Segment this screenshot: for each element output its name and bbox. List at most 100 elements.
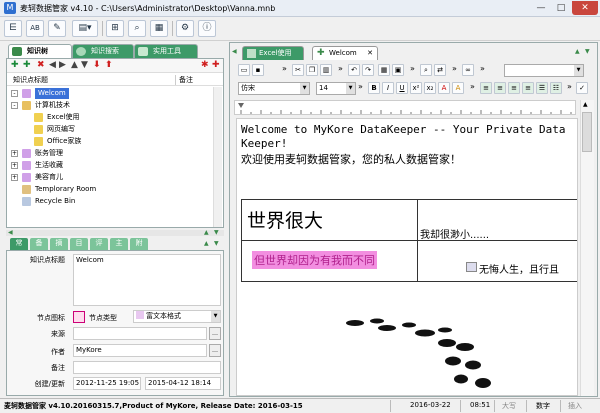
tab-excel[interactable]: Excel使用 xyxy=(242,46,304,60)
more-icon[interactable]: » xyxy=(410,64,415,73)
close-tree-icon[interactable]: ✚ xyxy=(212,60,220,71)
search-icon[interactable]: ⌕ xyxy=(128,20,146,37)
save-icon[interactable]: ▪ xyxy=(252,64,264,76)
author-field[interactable]: MyKore xyxy=(73,344,207,357)
more-icon[interactable]: » xyxy=(480,64,485,73)
superscript-icon[interactable]: x² xyxy=(410,82,422,94)
more-icon[interactable]: » xyxy=(338,64,343,73)
numbered-list-icon[interactable]: ☷ xyxy=(550,82,562,94)
undo-icon[interactable]: ↶ xyxy=(348,64,360,76)
tools-icon[interactable]: ⚙ xyxy=(176,20,194,37)
expand-icon[interactable]: + xyxy=(11,174,18,181)
tab-knowledge-search[interactable]: 知识搜索 xyxy=(72,44,134,58)
node-type-select[interactable]: 富文本格式 ▼ xyxy=(133,310,221,323)
title-field[interactable]: Welcom xyxy=(73,254,221,306)
marker-icon[interactable]: ✱ xyxy=(201,60,209,71)
delete-node-icon[interactable]: ✖ xyxy=(37,60,45,71)
scroll-up-icon[interactable]: ▲ xyxy=(583,101,588,108)
tree-node[interactable]: Recycle Bin xyxy=(11,196,211,207)
close-tab-icon[interactable]: ✕ xyxy=(367,47,373,60)
tab-knowledge-tree[interactable]: 知识树 xyxy=(8,44,72,58)
tree-scrollbar[interactable] xyxy=(213,87,222,227)
justify-icon[interactable]: ≡ xyxy=(522,82,534,94)
table-insert-icon[interactable]: ▦ xyxy=(378,64,390,76)
move-up-icon[interactable]: ▲ xyxy=(71,60,78,71)
tree-node[interactable]: 网页编写 xyxy=(11,124,211,135)
flag-icon[interactable]: ⬆ xyxy=(105,60,113,71)
tree-node[interactable]: + 账务管理 xyxy=(11,148,211,159)
move-left-icon[interactable]: ◀ xyxy=(49,60,56,71)
prop-tab[interactable]: 主 xyxy=(110,238,128,250)
author-browse-button[interactable]: … xyxy=(209,344,221,357)
tree-node[interactable]: + 生活收藏 xyxy=(11,160,211,171)
more-icon[interactable]: » xyxy=(452,64,457,73)
tab-welcom[interactable]: ✚ Welcom ✕ xyxy=(312,46,378,60)
find-icon[interactable]: ⌕ xyxy=(420,64,432,76)
prop-tab[interactable]: 附 xyxy=(130,238,148,250)
image-icon[interactable]: ▣ xyxy=(392,64,404,76)
bold-icon[interactable]: B xyxy=(368,82,380,94)
font-color-icon[interactable]: A xyxy=(438,82,450,94)
ruler[interactable] xyxy=(234,100,576,115)
browse-button[interactable]: … xyxy=(209,327,221,340)
tab-utilities[interactable]: 实用工具 xyxy=(134,44,198,58)
prop-tab[interactable]: 备 xyxy=(30,238,48,250)
more-icon[interactable]: » xyxy=(470,82,475,91)
edit-icon[interactable]: ✎ xyxy=(48,20,66,37)
highlight-icon[interactable]: A xyxy=(452,82,464,94)
maximize-button[interactable]: □ xyxy=(552,1,570,15)
node-icon-picker[interactable] xyxy=(73,311,85,323)
arrow-left-icon[interactable]: ◀ xyxy=(232,48,237,55)
open-icon[interactable]: ▭ xyxy=(238,64,250,76)
more-icon[interactable]: » xyxy=(567,82,572,91)
collapse-icon[interactable]: - xyxy=(11,90,18,97)
arrow-up-icon[interactable]: ▲ xyxy=(204,240,209,247)
editor-scrollbar[interactable]: ▲ xyxy=(580,100,594,396)
bullet-list-icon[interactable]: ☰ xyxy=(536,82,548,94)
info-icon[interactable]: ⓘ xyxy=(198,20,216,37)
tree-node[interactable]: - Welcom xyxy=(11,88,211,99)
underline-icon[interactable]: U xyxy=(396,82,408,94)
tree-node[interactable]: Templorary Room xyxy=(11,184,211,195)
add-child-icon[interactable]: ✚ xyxy=(23,60,31,71)
table-icon[interactable]: ▦ xyxy=(150,20,168,37)
more-icon[interactable]: » xyxy=(282,64,287,73)
spellcheck-icon[interactable]: ✓ xyxy=(576,82,588,94)
prop-tab[interactable]: 摘 xyxy=(50,238,68,250)
add-node-icon[interactable]: ✚ xyxy=(11,60,19,71)
tree-node[interactable]: - 计算机技术 xyxy=(11,100,211,111)
move-down-icon[interactable]: ▼ xyxy=(81,60,88,71)
move-right-icon[interactable]: ▶ xyxy=(59,60,66,71)
new-file-icon[interactable]: ⋿ xyxy=(4,20,22,37)
more-icon[interactable]: » xyxy=(358,82,363,91)
link-icon[interactable]: ∞ xyxy=(462,64,474,76)
tree-node[interactable]: Excel使用 xyxy=(11,112,211,123)
subscript-icon[interactable]: x₂ xyxy=(424,82,436,94)
align-center-icon[interactable]: ≡ xyxy=(494,82,506,94)
arrow-left-icon[interactable]: ◀ xyxy=(8,229,13,236)
arrow-up-icon[interactable]: ▲ xyxy=(204,229,209,236)
size-select[interactable]: 14 ▼ xyxy=(316,82,356,95)
expand-icon[interactable]: + xyxy=(11,162,18,169)
prop-tab[interactable]: 目 xyxy=(70,238,88,250)
collapse-icon[interactable]: - xyxy=(11,102,18,109)
align-right-icon[interactable]: ≡ xyxy=(508,82,520,94)
paste-icon[interactable]: ▥ xyxy=(320,64,332,76)
arrow-down-icon[interactable]: ▼ xyxy=(214,240,219,247)
expand-icon[interactable]: + xyxy=(11,150,18,157)
font-select[interactable]: 仿宋 ▼ xyxy=(238,82,310,95)
note-field[interactable] xyxy=(73,361,221,374)
arrow-down-icon[interactable]: ▼ xyxy=(585,48,590,55)
redo-icon[interactable]: ↷ xyxy=(362,64,374,76)
tree-node[interactable]: + 美容育儿 xyxy=(11,172,211,183)
minimize-button[interactable]: — xyxy=(532,1,550,15)
prop-tab[interactable]: 评 xyxy=(90,238,108,250)
align-left-icon[interactable]: ≡ xyxy=(480,82,492,94)
italic-icon[interactable]: I xyxy=(382,82,394,94)
source-field[interactable] xyxy=(73,327,207,340)
arrow-up-icon[interactable]: ▲ xyxy=(575,48,580,55)
save-dropdown-icon[interactable]: ▤▾ xyxy=(72,20,98,37)
structure-icon[interactable]: ⊞ xyxy=(106,20,124,37)
tree-node[interactable]: Office家族 xyxy=(11,136,211,147)
cut-icon[interactable]: ✂ xyxy=(292,64,304,76)
